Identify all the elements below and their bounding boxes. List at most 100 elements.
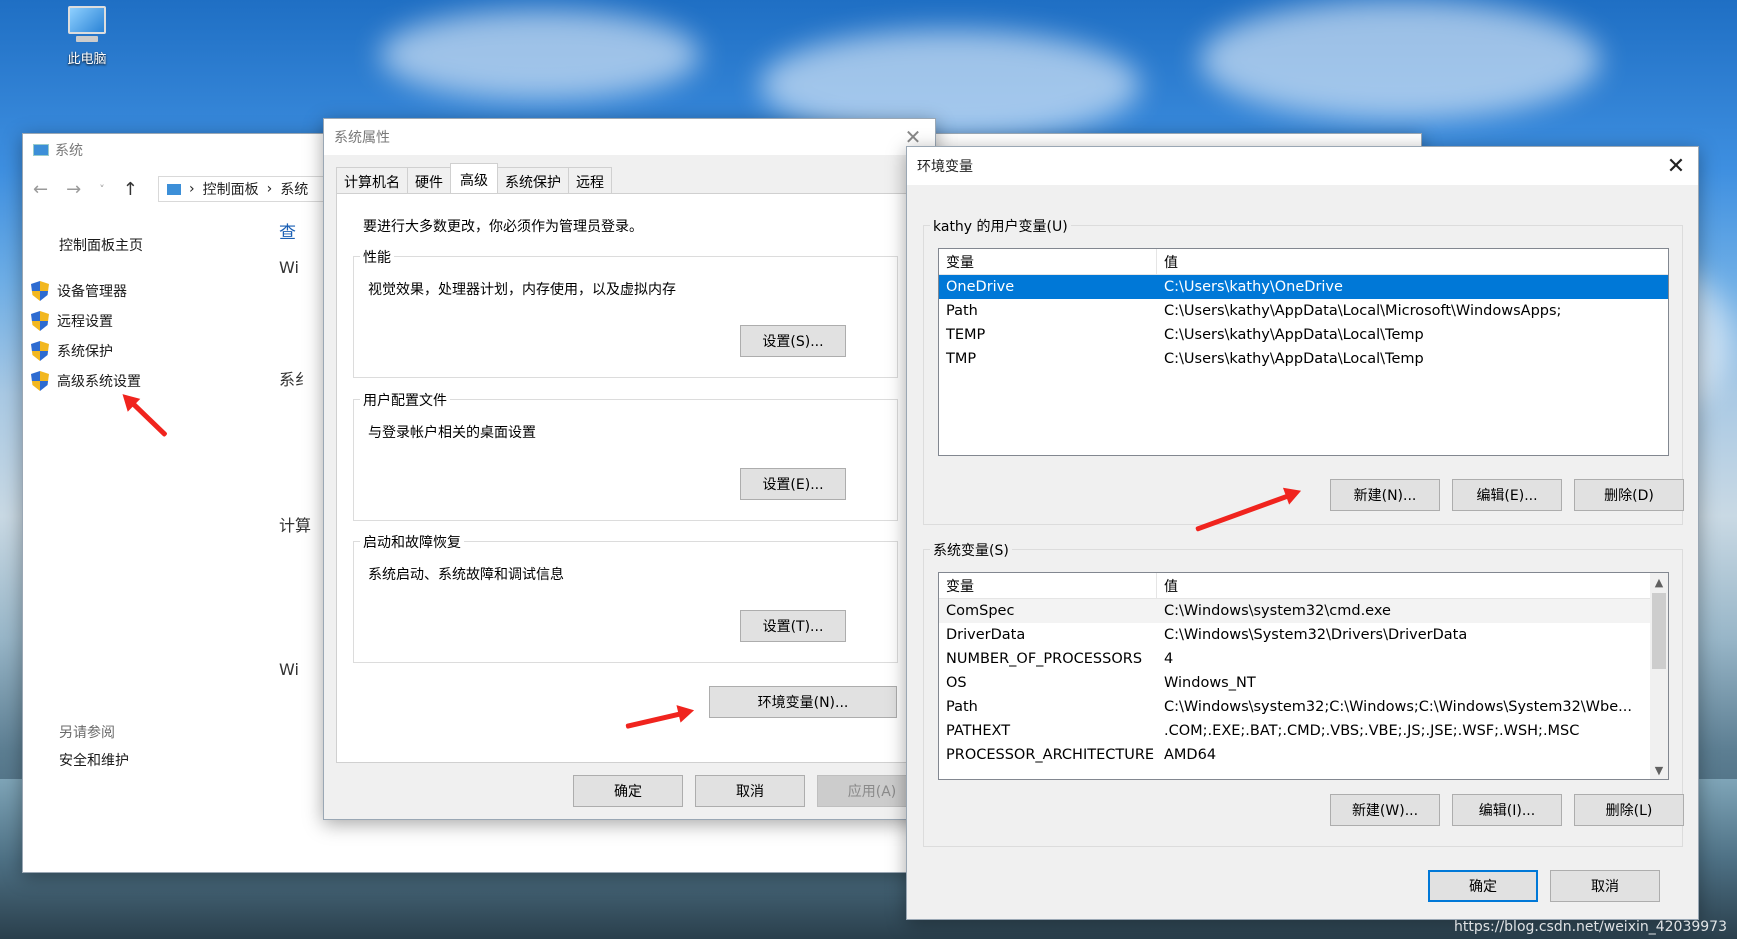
chevron-down-icon[interactable]: ˅: [99, 183, 105, 196]
environment-variables-dialog: 环境变量 ✕ kathy 的用户变量(U) 变量 值 OneDrive C:\Us…: [906, 146, 1699, 920]
shield-icon: [31, 281, 49, 301]
variable-name: TMP: [946, 351, 977, 367]
user-edit-button[interactable]: 编辑(E)...: [1452, 479, 1562, 511]
desktop-icon-label: 此电脑: [67, 52, 107, 67]
sidebar-links: 设备管理器 远程设置 系统保护 高级系统设置: [31, 276, 141, 396]
vertical-scrollbar[interactable]: ▲ ▼: [1650, 573, 1668, 779]
column-header-value[interactable]: 值: [1157, 249, 1178, 274]
sidebar-link-label: 设备管理器: [57, 284, 127, 300]
table-row[interactable]: ComSpec C:\Windows\system32\cmd.exe: [939, 599, 1668, 623]
variable-name: OneDrive: [946, 279, 1015, 295]
shield-icon: [31, 311, 49, 331]
sidebar-link-remote-settings[interactable]: 远程设置: [31, 306, 141, 336]
startup-settings-button[interactable]: 设置(T)...: [740, 610, 846, 642]
content-fragment: 查: [279, 223, 296, 243]
back-arrow-icon[interactable]: ←: [33, 179, 48, 200]
variable-name: DriverData: [946, 627, 1026, 643]
user-variables-list[interactable]: 变量 值 OneDrive C:\Users\kathy\OneDrive Pat…: [938, 248, 1669, 456]
tab-advanced[interactable]: 高级: [450, 163, 498, 193]
environment-variables-button[interactable]: 环境变量(N)...: [709, 686, 897, 718]
scroll-down-icon[interactable]: ▼: [1650, 761, 1668, 779]
variable-name: Path: [946, 303, 978, 319]
dialog-title: 环境变量: [917, 159, 973, 175]
control-panel-home-link[interactable]: 控制面板主页: [59, 235, 143, 255]
tab-strip: 计算机名 硬件 高级 系统保护 远程: [336, 163, 612, 193]
sidebar-link-label: 系统保护: [57, 344, 113, 360]
admin-note: 要进行大多数更改，你必须作为管理员登录。: [363, 219, 643, 235]
group-description: 系统启动、系统故障和调试信息: [368, 567, 564, 583]
system-edit-button[interactable]: 编辑(I)...: [1452, 794, 1562, 826]
profile-settings-button[interactable]: 设置(E)...: [740, 468, 846, 500]
dialog-title: 系统属性: [334, 130, 390, 146]
sidebar-link-label: 远程设置: [57, 314, 113, 330]
table-row[interactable]: TMP C:\Users\kathy\AppData\Local\Temp: [939, 347, 1668, 371]
chevron-right-icon: ›: [266, 181, 273, 197]
scrollbar-thumb[interactable]: [1652, 593, 1666, 669]
column-header-variable[interactable]: 变量: [939, 573, 1157, 598]
table-row[interactable]: OneDrive C:\Users\kathy\OneDrive: [939, 275, 1668, 299]
user-variables-group: kathy 的用户变量(U) 变量 值 OneDrive C:\Users\kat…: [923, 216, 1684, 525]
chevron-right-icon: ›: [189, 181, 195, 197]
user-delete-button[interactable]: 删除(D): [1574, 479, 1684, 511]
breadcrumb-control-panel[interactable]: 控制面板: [203, 179, 259, 199]
table-row[interactable]: OS Windows_NT: [939, 671, 1668, 695]
forward-arrow-icon[interactable]: →: [66, 179, 81, 200]
variable-value: C:\Users\kathy\AppData\Local\Temp: [1164, 351, 1424, 367]
tab-computer-name[interactable]: 计算机名: [336, 167, 408, 193]
system-new-button[interactable]: 新建(W)...: [1330, 794, 1440, 826]
content-fragment: Wi: [279, 258, 299, 277]
cloud: [1200, 0, 1600, 120]
scroll-up-icon[interactable]: ▲: [1650, 573, 1668, 591]
cancel-button[interactable]: 取消: [695, 775, 805, 807]
dialog-titlebar: 系统属性: [324, 119, 935, 155]
close-icon[interactable]: ✕: [1654, 147, 1698, 185]
cancel-button[interactable]: 取消: [1550, 870, 1660, 902]
up-arrow-icon[interactable]: ↑: [123, 179, 138, 200]
tab-hardware[interactable]: 硬件: [407, 167, 451, 193]
variable-value: C:\Users\kathy\AppData\Local\Microsoft\W…: [1164, 303, 1562, 319]
variable-name: TEMP: [946, 327, 986, 343]
group-title: 性能: [360, 247, 394, 267]
system-variables-group: 系统变量(S) 变量 值 ComSpec C:\Windows\system32\…: [923, 540, 1684, 847]
table-row[interactable]: TEMP C:\Users\kathy\AppData\Local\Temp: [939, 323, 1668, 347]
security-maintenance-link[interactable]: 安全和维护: [59, 750, 129, 770]
ok-button[interactable]: 确定: [573, 775, 683, 807]
column-header-value[interactable]: 值: [1157, 573, 1178, 598]
list-header: 变量 值: [939, 573, 1668, 599]
ok-button[interactable]: 确定: [1428, 870, 1538, 902]
column-header-variable[interactable]: 变量: [939, 249, 1157, 274]
table-row[interactable]: NUMBER_OF_PROCESSORS 4: [939, 647, 1668, 671]
desktop-icon-this-pc[interactable]: 此电脑: [52, 6, 122, 67]
sidebar-link-system-protection[interactable]: 系统保护: [31, 336, 141, 366]
variable-value: C:\Windows\System32\Drivers\DriverData: [1164, 627, 1468, 643]
variable-name: NUMBER_OF_PROCESSORS: [946, 651, 1143, 667]
variable-value: C:\Windows\system32;C:\Windows;C:\Window…: [1164, 699, 1632, 715]
system-properties-dialog: 系统属性 ✕ 计算机名 硬件 高级 系统保护 远程 要进行大多数更改，你必须作为…: [323, 118, 936, 820]
table-row[interactable]: PATHEXT .COM;.EXE;.BAT;.CMD;.VBS;.VBE;.JS…: [939, 719, 1668, 743]
see-also-heading: 另请参阅: [59, 725, 115, 741]
group-title: 启动和故障恢复: [360, 532, 464, 552]
list-header: 变量 值: [939, 249, 1668, 275]
sidebar-link-device-manager[interactable]: 设备管理器: [31, 276, 141, 306]
tab-remote[interactable]: 远程: [568, 167, 612, 193]
user-new-button[interactable]: 新建(N)...: [1330, 479, 1440, 511]
table-row[interactable]: PROCESSOR_ARCHITECTURE AMD64: [939, 743, 1668, 767]
system-variables-list[interactable]: 变量 值 ComSpec C:\Windows\system32\cmd.exe …: [938, 572, 1669, 780]
startup-recovery-group: 启动和故障恢复 系统启动、系统故障和调试信息 设置(T)...: [353, 532, 898, 663]
variable-value: 4: [1164, 651, 1174, 667]
variable-name: OS: [946, 675, 967, 691]
variable-value: Windows_NT: [1164, 675, 1256, 691]
performance-settings-button[interactable]: 设置(S)...: [740, 325, 846, 357]
table-row[interactable]: DriverData C:\Windows\System32\Drivers\Dr…: [939, 623, 1668, 647]
system-icon: [167, 183, 181, 195]
content-fragment: 系纟: [279, 370, 312, 389]
variable-value: C:\Users\kathy\AppData\Local\Temp: [1164, 327, 1424, 343]
table-row[interactable]: Path C:\Windows\system32;C:\Windows;C:\Wi…: [939, 695, 1668, 719]
table-row[interactable]: Path C:\Users\kathy\AppData\Local\Microso…: [939, 299, 1668, 323]
breadcrumb-system[interactable]: 系统: [280, 179, 308, 199]
shield-icon: [31, 341, 49, 361]
group-title: 系统变量(S): [930, 540, 1012, 560]
tab-system-protection[interactable]: 系统保护: [497, 167, 569, 193]
system-delete-button[interactable]: 删除(L): [1574, 794, 1684, 826]
group-title: kathy 的用户变量(U): [930, 216, 1071, 236]
